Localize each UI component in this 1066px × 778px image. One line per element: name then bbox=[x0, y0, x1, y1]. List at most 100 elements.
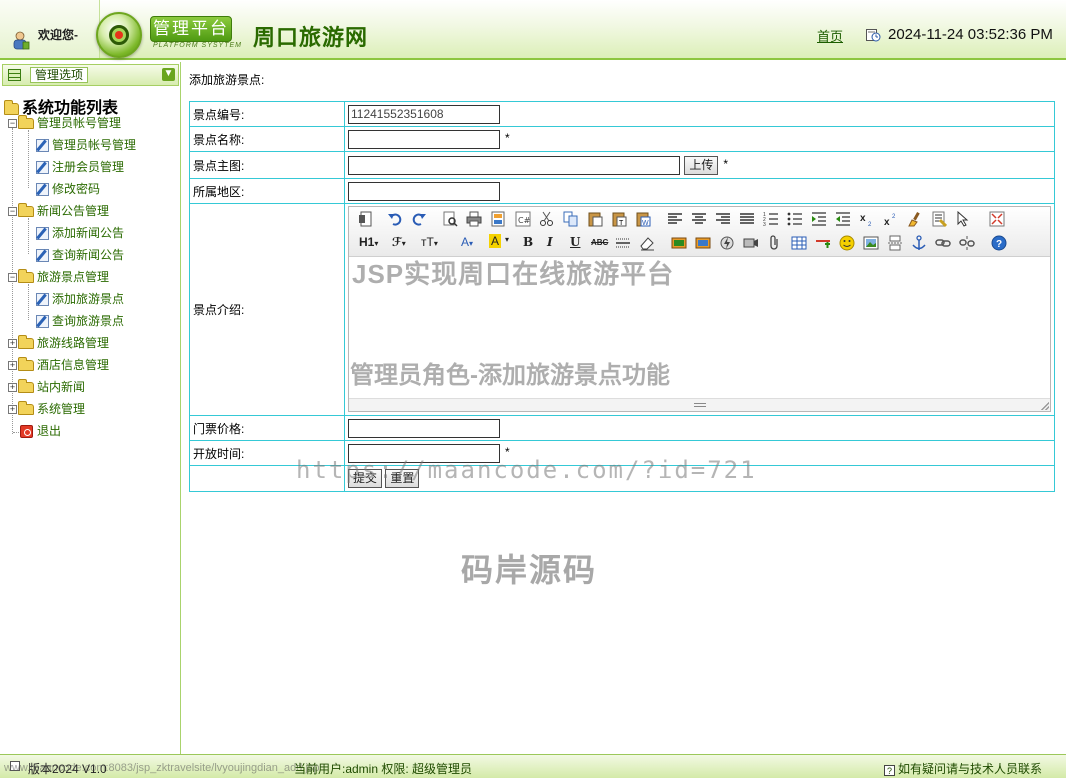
cut-icon[interactable] bbox=[539, 211, 555, 227]
sidebar-item-member-management[interactable]: 注册会员管理 bbox=[36, 159, 124, 175]
expand-plus-icon[interactable]: + bbox=[8, 361, 17, 371]
chevron-down-icon[interactable]: ▾ bbox=[505, 235, 509, 244]
paste-text-icon[interactable]: T bbox=[611, 211, 627, 227]
insert-hr-icon[interactable] bbox=[815, 235, 831, 251]
indent-icon[interactable] bbox=[811, 211, 827, 227]
collapse-minus-icon[interactable]: − bbox=[8, 119, 17, 129]
source-code-icon[interactable] bbox=[358, 211, 374, 227]
insert-table-icon[interactable] bbox=[791, 235, 807, 251]
unordered-list-icon[interactable] bbox=[787, 211, 803, 227]
eraser-icon[interactable] bbox=[639, 235, 655, 251]
emoticon-icon[interactable] bbox=[839, 235, 855, 251]
region-field[interactable] bbox=[348, 181, 500, 201]
heading-dropdown[interactable]: H1▾ bbox=[359, 235, 378, 249]
italic-button[interactable]: I bbox=[547, 235, 553, 249]
superscript-icon[interactable]: x2 bbox=[883, 211, 899, 227]
font-color-dropdown[interactable]: A▾ bbox=[461, 235, 473, 249]
attraction-id-field[interactable]: 11241552351608 bbox=[348, 104, 500, 124]
sidebar-group-site-news[interactable]: + 站内新闻 bbox=[8, 379, 85, 395]
align-center-icon[interactable] bbox=[691, 211, 707, 227]
insert-multi-image-icon[interactable] bbox=[695, 235, 711, 251]
link-icon[interactable] bbox=[935, 235, 951, 251]
font-size-dropdown[interactable]: тT▾ bbox=[421, 235, 438, 249]
ticket-price-field[interactable] bbox=[348, 418, 500, 438]
fullscreen-icon[interactable] bbox=[989, 211, 1005, 227]
main-image-field[interactable] bbox=[348, 155, 680, 175]
current-datetime: 2024-11-24 03:52:36 PM bbox=[888, 26, 1053, 43]
align-right-icon[interactable] bbox=[715, 211, 731, 227]
upload-button[interactable]: 上传 bbox=[684, 155, 719, 175]
font-family-dropdown[interactable]: ℱ▾ bbox=[392, 235, 406, 249]
collapse-arrow-icon[interactable]: ▼ bbox=[162, 68, 175, 81]
unlink-icon[interactable] bbox=[959, 235, 975, 251]
sidebar-group-routes[interactable]: + 旅游线路管理 bbox=[8, 335, 109, 351]
sidebar-item-query-attraction[interactable]: 查询旅游景点 bbox=[36, 313, 124, 329]
collapse-minus-icon[interactable]: − bbox=[8, 273, 17, 283]
sidebar-item-change-password[interactable]: 修改密码 bbox=[36, 181, 100, 197]
sidebar-group-admin-accounts[interactable]: − 管理员帐号管理 bbox=[8, 115, 121, 131]
insert-media-icon[interactable] bbox=[743, 235, 759, 251]
image-manager-icon[interactable] bbox=[863, 235, 879, 251]
home-link[interactable]: 首页 bbox=[817, 26, 843, 45]
subscript-icon[interactable]: x2 bbox=[859, 211, 875, 227]
sidebar-item-add-attraction[interactable]: 添加旅游景点 bbox=[36, 291, 124, 307]
ordered-list-icon[interactable]: 123 bbox=[763, 211, 779, 227]
select-all-icon[interactable] bbox=[931, 211, 947, 227]
site-title: 周口旅游网 bbox=[253, 25, 369, 51]
insert-image-icon[interactable] bbox=[671, 235, 687, 251]
tree-guide-line bbox=[28, 130, 29, 188]
code-snippet-icon[interactable]: C# bbox=[515, 211, 531, 227]
font-family-label: ℱ bbox=[392, 235, 402, 249]
strikethrough-button[interactable]: ABC bbox=[591, 238, 608, 247]
expand-plus-icon[interactable]: + bbox=[8, 383, 17, 393]
expand-plus-icon[interactable]: + bbox=[8, 405, 17, 415]
main-content: 添加旅游景点: 景点编号: 11241552351608 景点名称: * 景点主… bbox=[182, 62, 1066, 754]
attachment-icon[interactable] bbox=[767, 235, 783, 251]
undo-icon[interactable] bbox=[387, 211, 403, 227]
form-row-price: 门票价格: bbox=[189, 415, 1055, 441]
print-icon[interactable] bbox=[466, 211, 482, 227]
align-left-icon[interactable] bbox=[667, 211, 683, 227]
align-justify-icon[interactable] bbox=[739, 211, 755, 227]
sidebar-group-attractions[interactable]: − 旅游景点管理 bbox=[8, 269, 109, 285]
expand-plus-icon[interactable]: + bbox=[8, 339, 17, 349]
paste-icon[interactable] bbox=[587, 211, 603, 227]
page-break-icon[interactable] bbox=[887, 235, 903, 251]
sidebar-group-hotels[interactable]: + 酒店信息管理 bbox=[8, 357, 109, 373]
background-color-dropdown[interactable]: A bbox=[489, 234, 502, 248]
attraction-name-field[interactable] bbox=[348, 129, 500, 149]
help-contact[interactable]: ? 如有疑问请与技术人员联系 bbox=[884, 760, 1042, 777]
outdent-icon[interactable] bbox=[835, 211, 851, 227]
clear-format-brush-icon[interactable] bbox=[907, 211, 923, 227]
field-label: 景点介绍: bbox=[189, 203, 345, 416]
copy-icon[interactable] bbox=[563, 211, 579, 227]
sidebar-item-query-news[interactable]: 查询新闻公告 bbox=[36, 247, 124, 263]
sidebar-item-admin-accounts[interactable]: 管理员帐号管理 bbox=[36, 137, 136, 153]
paste-word-icon[interactable]: W bbox=[635, 211, 651, 227]
sidebar-item-label: 退出 bbox=[37, 424, 62, 438]
sidebar-group-system[interactable]: + 系统管理 bbox=[8, 401, 85, 417]
sidebar-group-news[interactable]: − 新闻公告管理 bbox=[8, 203, 109, 219]
redo-icon[interactable] bbox=[411, 211, 427, 227]
underline-button[interactable]: U bbox=[570, 235, 580, 249]
resize-corner-icon[interactable] bbox=[1041, 402, 1049, 410]
menu-header: 管理选项 ▼ bbox=[2, 64, 179, 86]
help-icon[interactable]: ? bbox=[991, 235, 1007, 251]
status-url-overlay: www.maancode.com:8083/jsp_zktravelsite/l… bbox=[4, 762, 320, 774]
horizontal-rule-icon[interactable] bbox=[615, 235, 631, 251]
folder-icon bbox=[18, 401, 34, 416]
sidebar-item-label: 注册会员管理 bbox=[52, 160, 125, 174]
bold-button[interactable]: B bbox=[523, 235, 533, 249]
sidebar-item-add-news[interactable]: 添加新闻公告 bbox=[36, 225, 124, 241]
preview-icon[interactable] bbox=[442, 211, 458, 227]
sidebar-item-label: 添加新闻公告 bbox=[52, 226, 125, 240]
editor-resize-bar[interactable] bbox=[349, 398, 1050, 411]
collapse-minus-icon[interactable]: − bbox=[8, 207, 17, 217]
watermark-subtitle: 管理员角色-添加旅游景点功能 bbox=[350, 362, 670, 389]
resize-grip-icon[interactable] bbox=[694, 403, 706, 407]
anchor-icon[interactable] bbox=[911, 235, 927, 251]
template-icon[interactable] bbox=[490, 211, 506, 227]
pointer-icon[interactable] bbox=[955, 211, 971, 227]
insert-flash-icon[interactable] bbox=[719, 235, 735, 251]
sidebar-item-logout[interactable]: 退出 bbox=[20, 423, 61, 439]
